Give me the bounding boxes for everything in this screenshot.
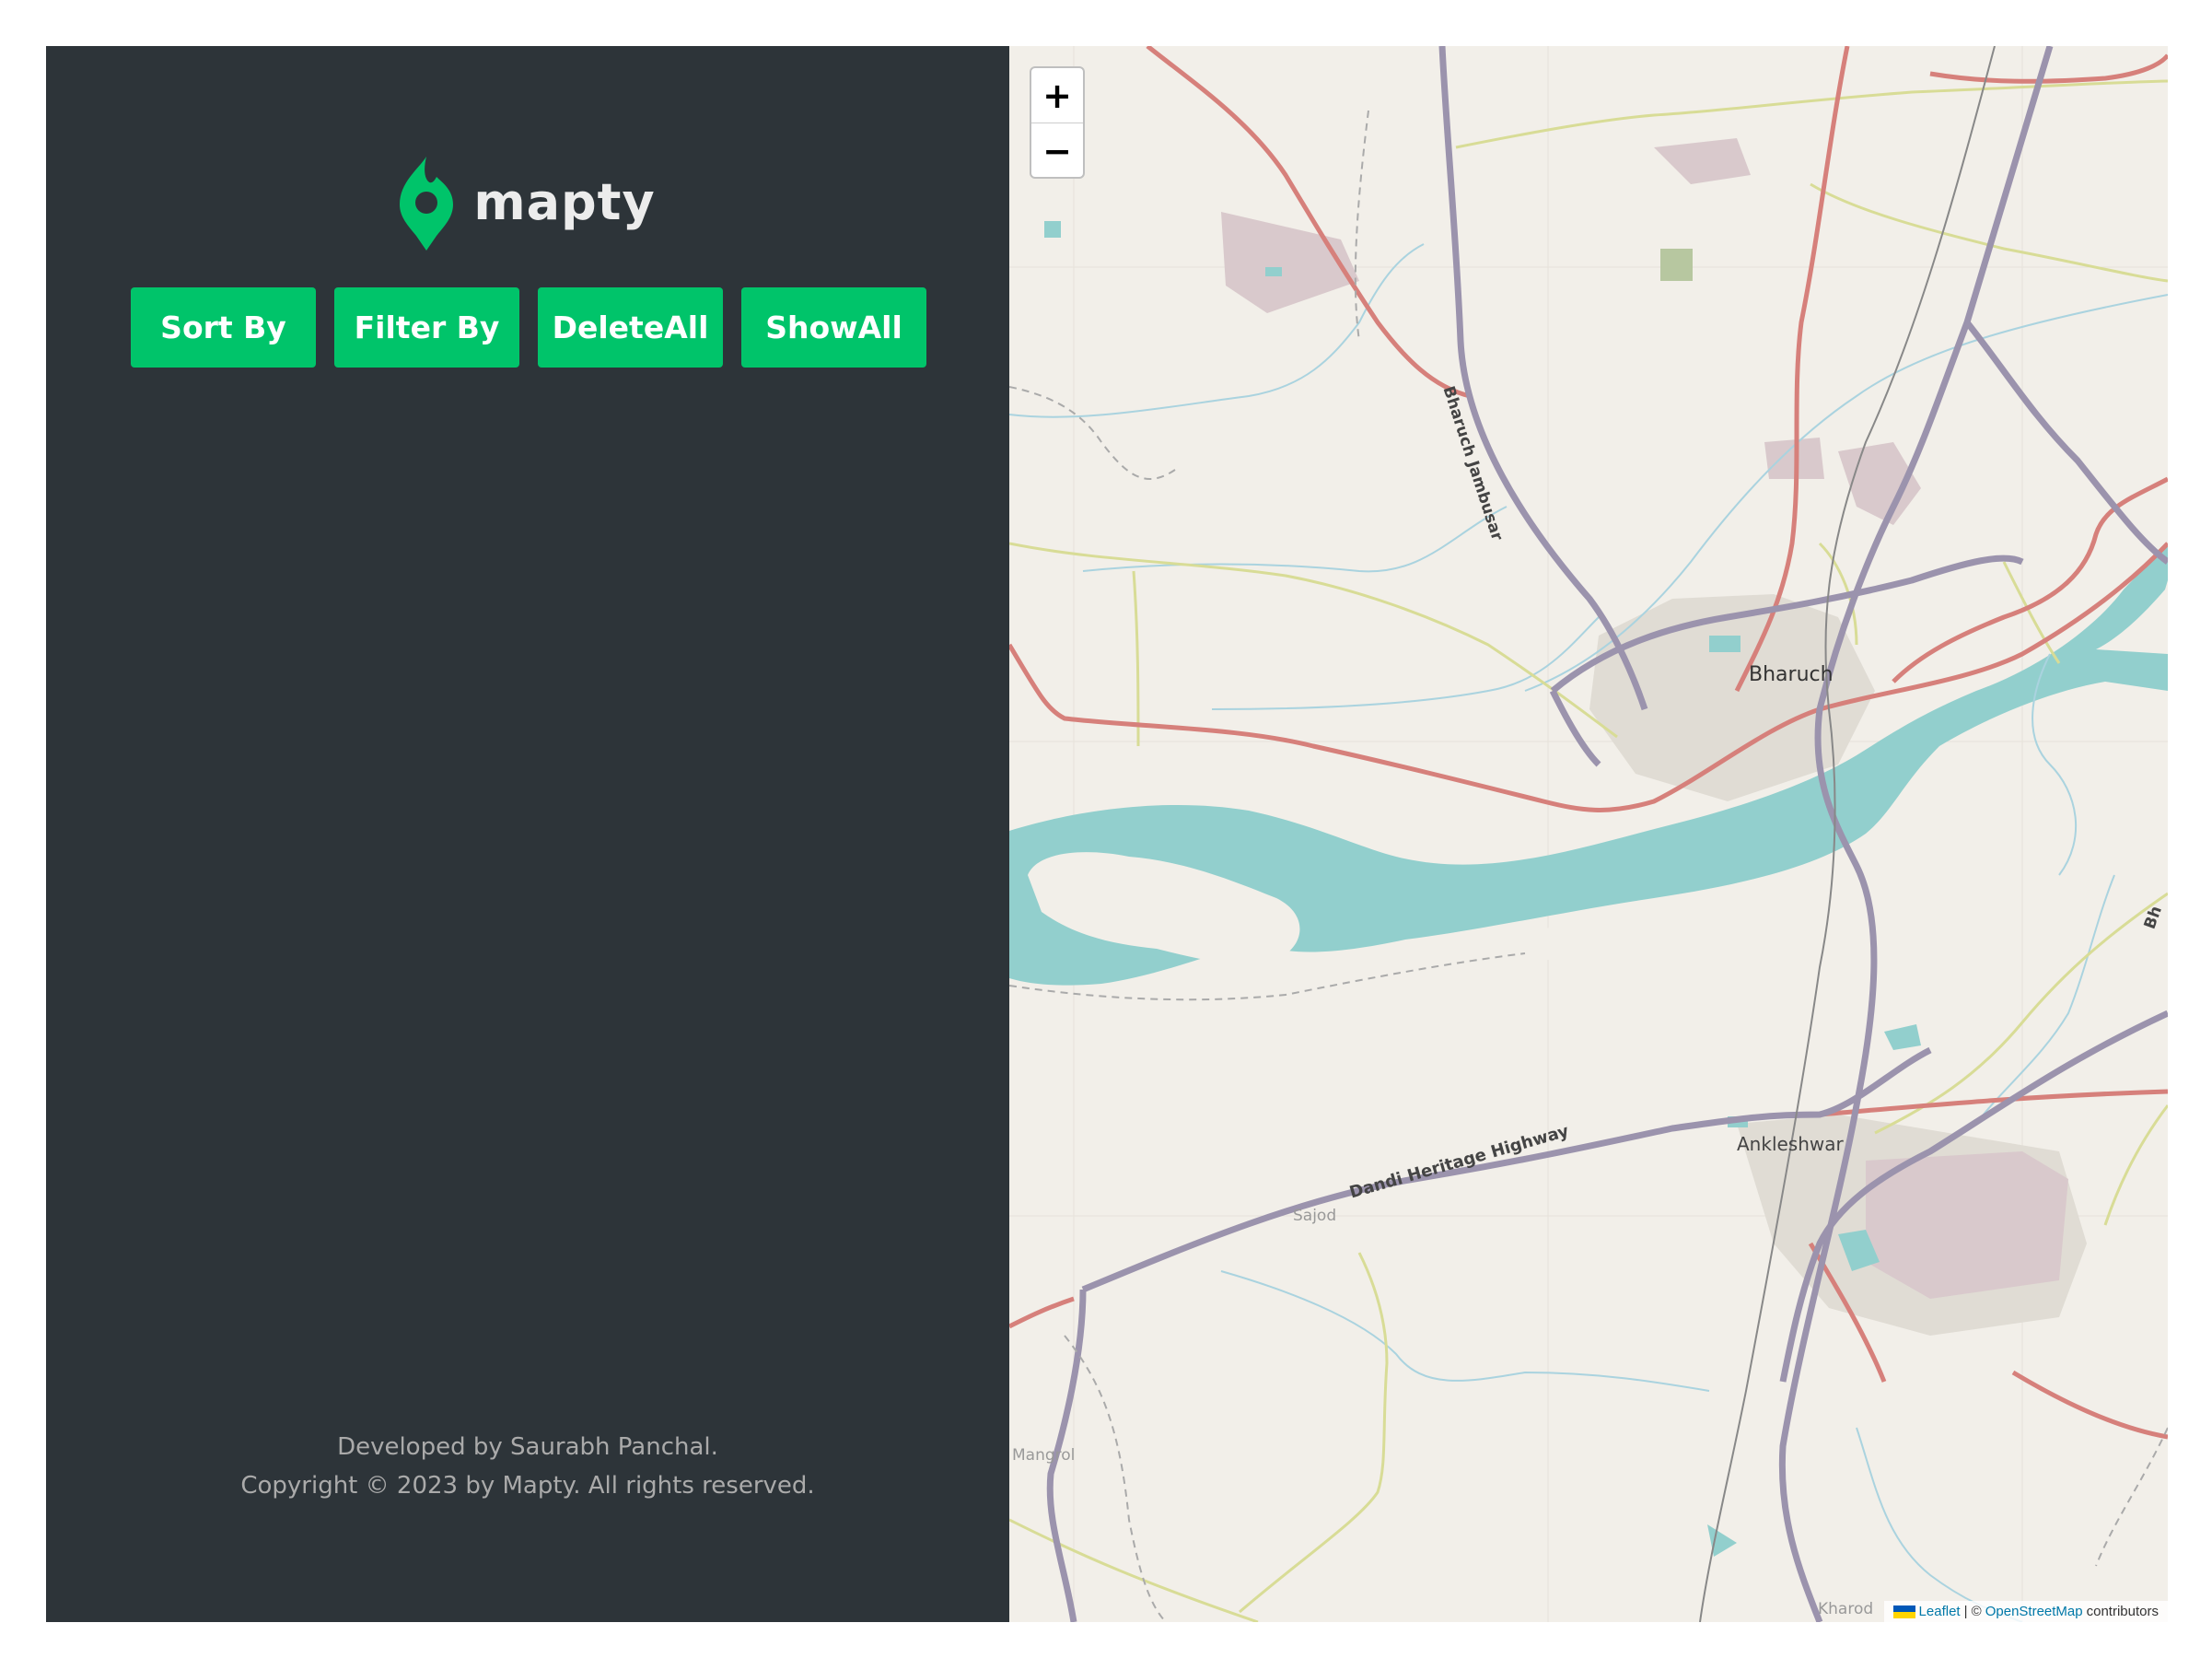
footer: Developed by Saurabh Panchal. Copyright … <box>46 1428 1009 1505</box>
label-sajod: Sajod <box>1293 1207 1337 1225</box>
show-all-button[interactable]: ShowAll <box>741 287 926 368</box>
label-kharod: Kharod <box>1818 1600 1874 1618</box>
filter-by-button[interactable]: Filter By <box>334 287 519 368</box>
ukraine-flag-icon <box>1892 1605 1915 1618</box>
map[interactable]: Bharuch Ankleshwar Dandi Heritage Highwa… <box>1009 46 2168 1622</box>
label-mangrol: Mangrol <box>1012 1446 1076 1465</box>
label-ankleshwar: Ankleshwar <box>1737 1133 1844 1155</box>
logo: mapty <box>46 157 1009 251</box>
delete-all-button[interactable]: DeleteAll <box>538 287 723 368</box>
attribution-contributors: contributors <box>2086 1604 2159 1619</box>
map-tiles[interactable] <box>1009 46 2168 1622</box>
sidebar: mapty Sort By Filter By DeleteAll ShowAl… <box>46 46 1009 1622</box>
app-container: mapty Sort By Filter By DeleteAll ShowAl… <box>46 46 2168 1622</box>
sort-by-button[interactable]: Sort By <box>131 287 316 368</box>
action-toolbar: Sort By Filter By DeleteAll ShowAll <box>131 287 926 368</box>
logo-text: mapty <box>473 172 656 231</box>
zoom-control: + − <box>1030 66 1085 179</box>
leaflet-link[interactable]: Leaflet <box>1919 1604 1961 1619</box>
footer-copyright: Copyright © 2023 by Mapty. All rights re… <box>240 1472 815 1500</box>
footer-developer: Developed by Saurabh Panchal. <box>337 1433 718 1461</box>
openstreetmap-link[interactable]: OpenStreetMap <box>1985 1604 2083 1619</box>
map-pin-icon <box>400 157 454 251</box>
map-attribution: Leaflet | © OpenStreetMap contributors <box>1883 1601 2168 1622</box>
zoom-out-button[interactable]: − <box>1031 123 1083 177</box>
label-bharuch: Bharuch <box>1749 663 1834 686</box>
zoom-in-button[interactable]: + <box>1031 68 1083 123</box>
attribution-separator: | © <box>1963 1604 1982 1619</box>
